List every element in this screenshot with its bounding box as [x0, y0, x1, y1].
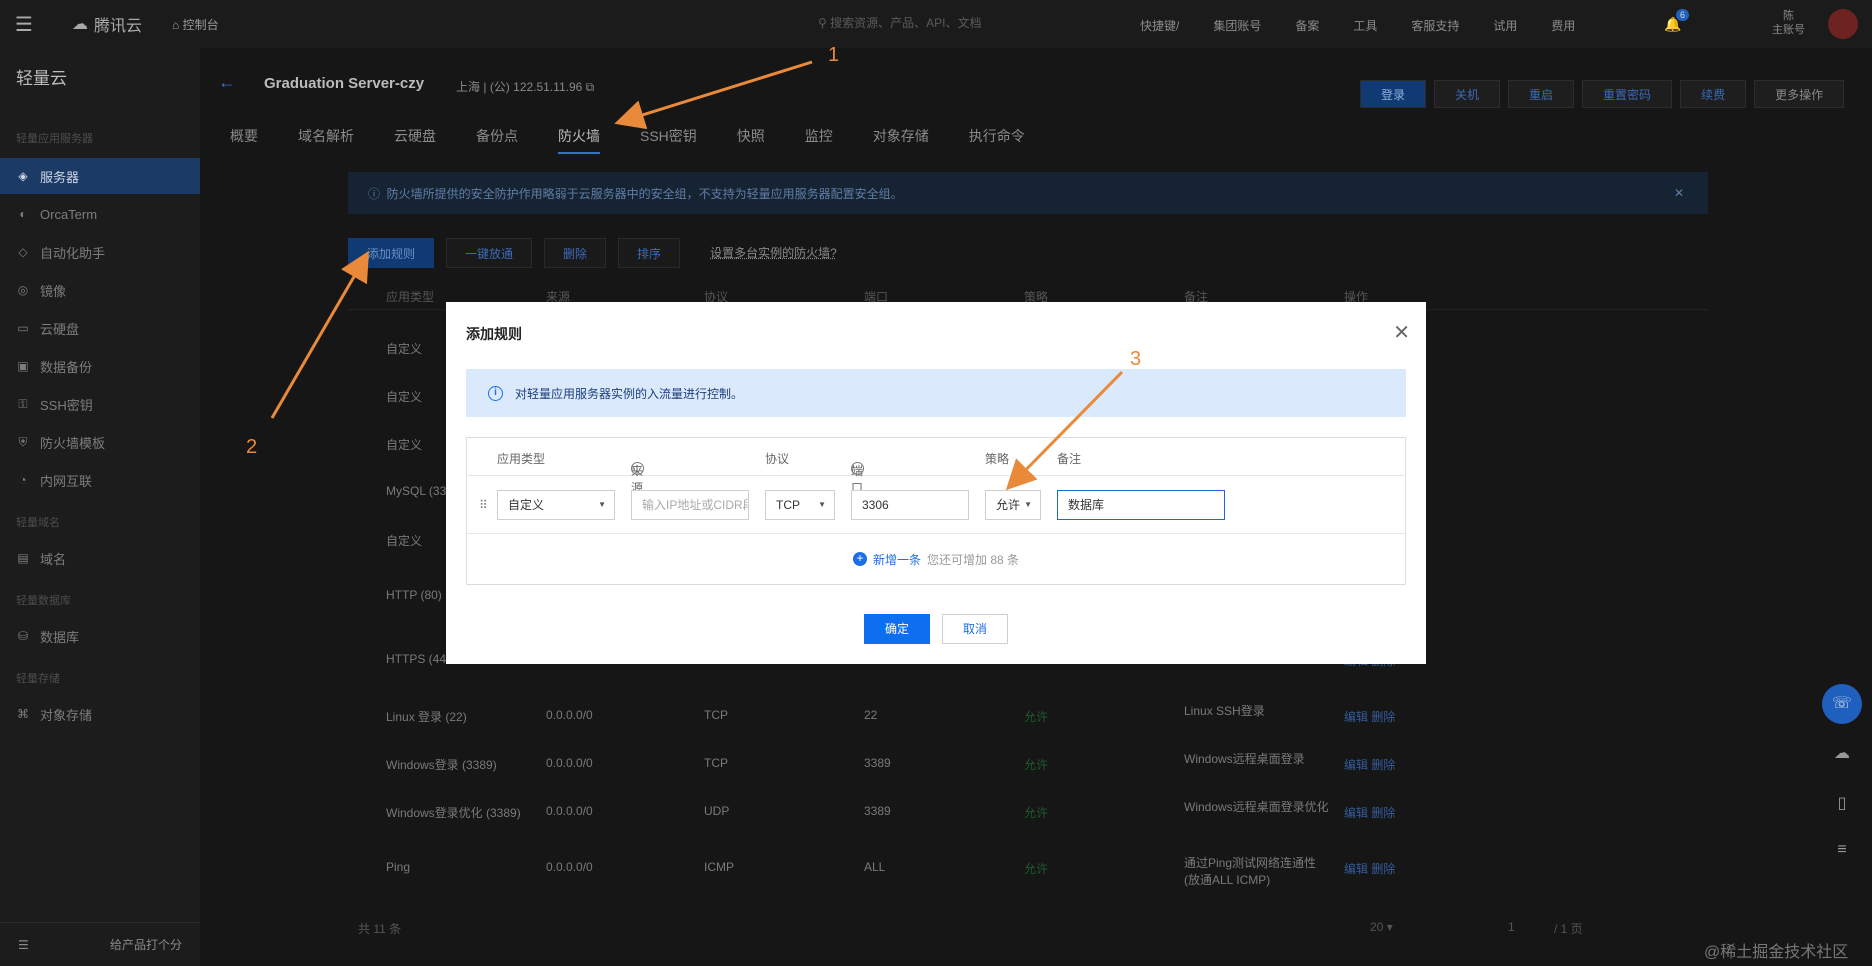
- annotation-arrow: [1005, 370, 1124, 491]
- annotation-arrow: [614, 60, 813, 130]
- list-icon[interactable]: ≡: [1822, 830, 1862, 870]
- cloud-support-icon[interactable]: ☁: [1822, 734, 1862, 774]
- annotation-number: 2: [246, 436, 258, 458]
- annotation-number: 3: [1130, 348, 1142, 370]
- support-icon[interactable]: ☏: [1822, 684, 1862, 724]
- annotation-number: 1: [828, 44, 840, 66]
- watermark: @稀土掘金技术社区: [1704, 944, 1849, 961]
- book-icon[interactable]: ▯: [1822, 784, 1862, 824]
- annotation-arrow: [270, 250, 370, 419]
- annotation-layer: [270, 60, 1124, 491]
